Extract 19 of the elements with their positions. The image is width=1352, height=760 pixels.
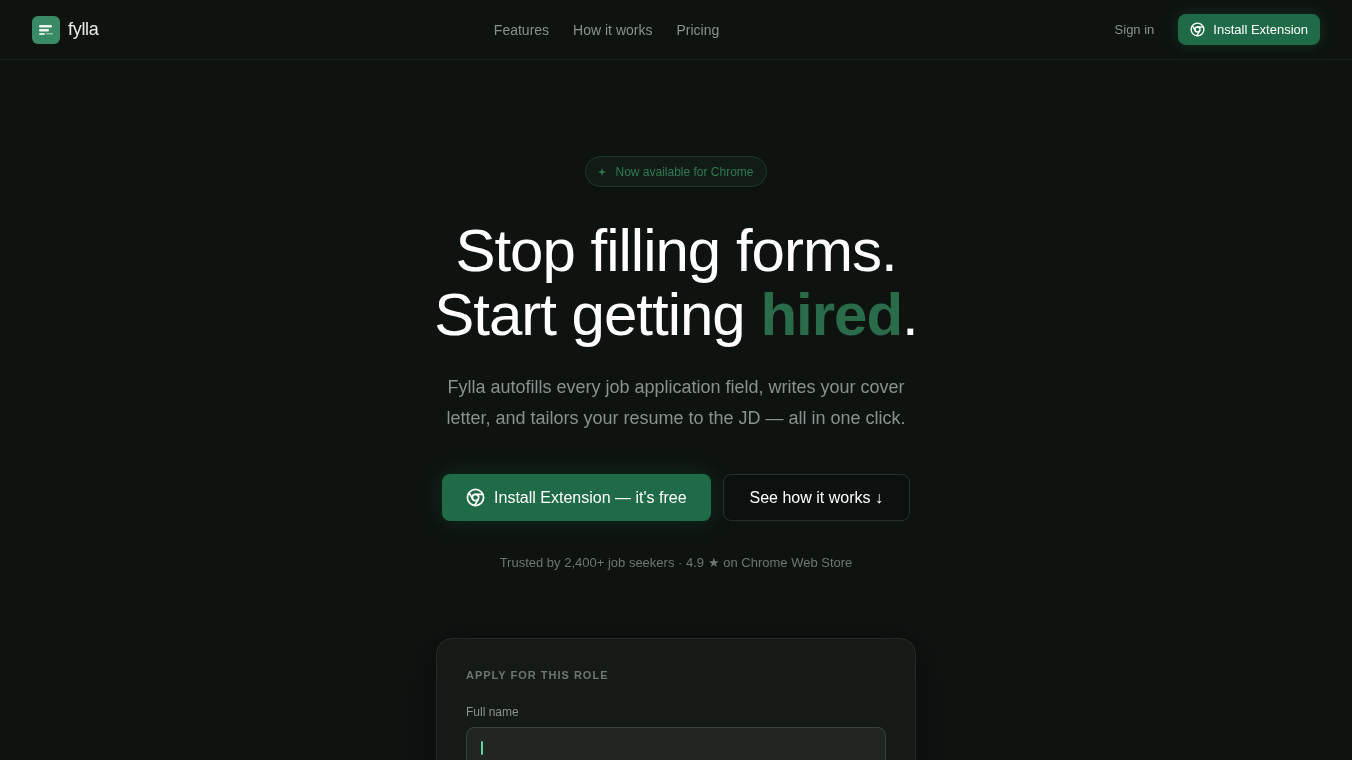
field-label: Full name <box>466 705 520 719</box>
logo-text[interactable]: fylla <box>68 19 99 40</box>
sign-in-link[interactable]: Sign in <box>1114 22 1155 37</box>
nav-link[interactable]: How it works <box>573 21 653 38</box>
nav-link[interactable]: Pricing <box>676 21 720 38</box>
subtitle: Fylla autofills every job application field, writes your cover letter, and tailors your resume to the JD — all in one click. <box>445 376 907 430</box>
logo-icon[interactable] <box>32 15 60 44</box>
form-heading: APPLY FOR THIS ROLE <box>466 669 610 681</box>
headline: Stop filling forms. Start getting hired. <box>434 219 918 347</box>
badge-text: Now available for Chrome <box>615 164 754 179</box>
see-how-it-works-button[interactable]: See how it works ↓ <box>722 474 910 521</box>
install-extension-button[interactable]: Install Extension — it's free <box>442 474 711 521</box>
input-field[interactable] <box>466 727 886 760</box>
ring-icon <box>1190 22 1206 37</box>
nav-link[interactable]: Features <box>493 21 550 38</box>
sparkle-icon <box>598 167 607 176</box>
install-extension-button[interactable]: Install Extension <box>1178 14 1320 45</box>
ring-icon <box>466 488 486 507</box>
trust-line: Trusted by 2,400+ job seekers · 4.9 ★ on Chrome Web Store <box>499 555 853 570</box>
